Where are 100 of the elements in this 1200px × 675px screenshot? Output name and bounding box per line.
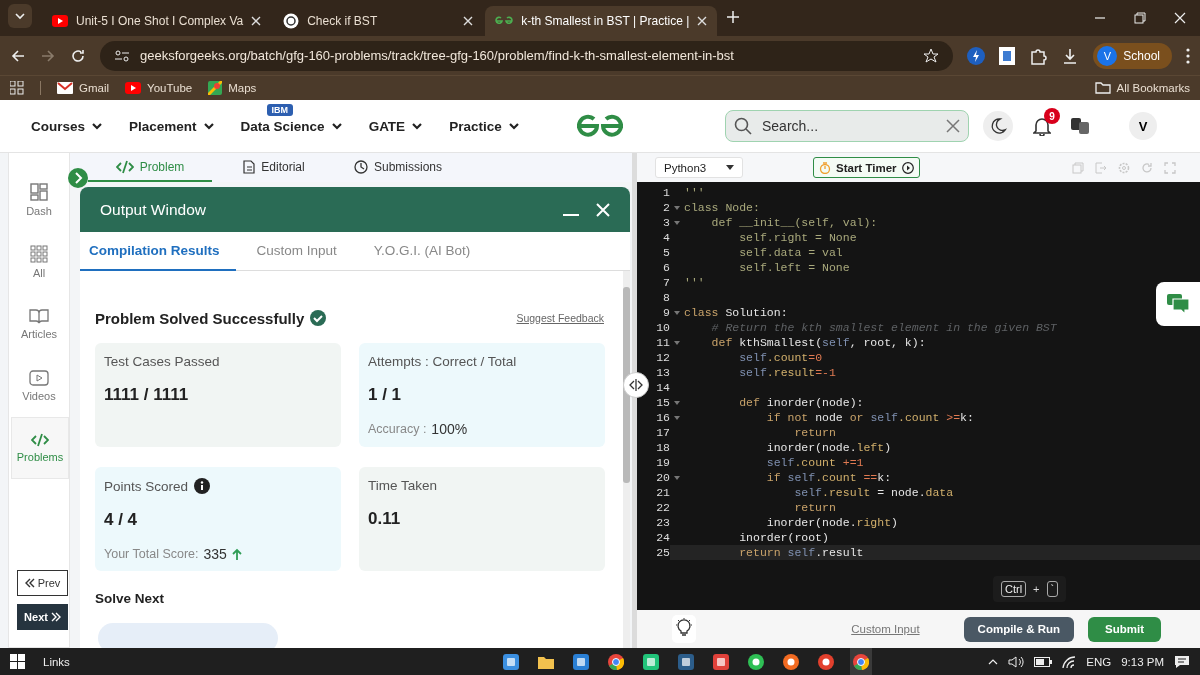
info-icon[interactable] (194, 478, 211, 494)
problem-tab[interactable]: Problem (88, 153, 212, 182)
fold-caret-icon[interactable] (674, 415, 680, 420)
chat-button[interactable] (1156, 282, 1200, 326)
speaker-icon[interactable] (1008, 655, 1025, 668)
expand-icon[interactable] (68, 168, 88, 188)
user-avatar[interactable]: V (1129, 112, 1157, 140)
forward-icon[interactable] (40, 47, 56, 64)
prev-button[interactable]: Prev (17, 570, 68, 596)
fold-caret-icon[interactable] (674, 310, 680, 315)
chevron-up-icon[interactable] (988, 658, 999, 665)
line-number: 25 (637, 545, 670, 560)
plus-sign: + (1033, 583, 1040, 595)
code-line: ''' (684, 185, 705, 200)
bell-icon[interactable] (1033, 116, 1051, 136)
more-menu-icon[interactable] (1186, 47, 1190, 64)
document-extension-icon[interactable] (999, 46, 1016, 65)
scrollbar[interactable] (623, 271, 630, 648)
custom-input-link[interactable]: Custom Input (851, 623, 920, 635)
lightning-extension-icon[interactable] (967, 46, 986, 65)
new-tab-icon[interactable] (727, 11, 740, 23)
dashboard-icon (30, 183, 48, 201)
search-input[interactable]: Search... (760, 117, 938, 135)
card-sub-label: Your Total Score: (104, 547, 199, 561)
nav-menu[interactable]: Practice (449, 118, 520, 134)
sidebar-item[interactable]: All (9, 231, 69, 293)
wifi-icon[interactable] (1062, 655, 1077, 668)
translate-icon[interactable] (1071, 117, 1089, 135)
site-info-icon[interactable] (114, 48, 130, 63)
feedback-link[interactable]: Suggest Feedback (516, 312, 604, 324)
clear-icon[interactable] (946, 119, 960, 133)
back-icon[interactable] (10, 47, 26, 64)
folder-icon[interactable] (538, 654, 554, 669)
toolbar-label[interactable]: Links (43, 655, 70, 668)
app-tile-icon[interactable] (713, 653, 729, 670)
browser-tab[interactable]: k-th Smallest in BST | Practice | (485, 6, 718, 36)
app-circle-icon[interactable] (783, 653, 799, 670)
notifications-icon[interactable] (1174, 654, 1190, 669)
compile-run-button[interactable]: Compile & Run (963, 616, 1074, 642)
browser-icon[interactable] (853, 653, 869, 670)
restore-icon[interactable] (1134, 12, 1146, 24)
output-tab[interactable]: Compilation Results (80, 232, 236, 271)
close-icon[interactable] (1174, 12, 1186, 24)
app-circle-icon[interactable] (818, 653, 834, 670)
app-tile-icon[interactable] (678, 653, 694, 670)
browser-icon[interactable] (608, 653, 624, 670)
app-tile-icon[interactable] (643, 653, 659, 670)
browser-tab[interactable]: Check if BST (273, 6, 484, 36)
profile-button[interactable]: V School (1093, 42, 1172, 69)
app-tile-icon[interactable] (573, 653, 589, 670)
output-tab[interactable]: Y.O.G.I. (AI Bot) (364, 232, 487, 271)
sidebar-item[interactable]: Dash (9, 169, 69, 231)
tab-search-icon[interactable] (8, 4, 32, 28)
logo[interactable] (574, 113, 626, 139)
clock-time[interactable]: 9:13 PM (1121, 655, 1164, 668)
sidebar-item[interactable]: Articles (9, 293, 69, 355)
submit-button[interactable]: Submit (1088, 616, 1161, 642)
fold-caret-icon[interactable] (674, 340, 680, 345)
app-tile-icon[interactable] (503, 653, 519, 670)
fold-caret-icon[interactable] (674, 475, 680, 480)
close-icon[interactable] (251, 16, 262, 26)
bookmark[interactable]: Maps (208, 81, 257, 95)
output-tab[interactable]: Custom Input (247, 232, 353, 271)
video-icon (29, 370, 49, 386)
fold-caret-icon[interactable] (674, 205, 680, 210)
address-bar[interactable]: geeksforgeeks.org/batch/gfg-160-problems/track/tree-gfg-160/problem/find-k-th-smallest-element-in-bst (100, 40, 954, 71)
sidebar-item[interactable]: Videos (9, 355, 69, 417)
input-language[interactable]: ENG (1086, 655, 1112, 668)
problem-tab[interactable]: Submissions (336, 153, 460, 182)
next-button[interactable]: Next (17, 604, 68, 630)
language-select[interactable]: Python3 (655, 157, 743, 178)
app-circle-icon[interactable] (748, 653, 764, 670)
nav-menu[interactable]: GATE (368, 118, 424, 134)
puzzle-icon[interactable] (1029, 46, 1048, 65)
fold-caret-icon[interactable] (674, 400, 680, 405)
close-icon[interactable] (463, 16, 474, 26)
search-field[interactable]: Search... (725, 110, 969, 142)
all-bookmarks-button[interactable]: All Bookmarks (1094, 82, 1190, 94)
card-value: 4 / 4 (104, 510, 139, 530)
section-heading: Solve Next (95, 591, 166, 606)
code-line: def inorder(node): (738, 395, 864, 410)
card-value: 1111 / 1111 (104, 385, 190, 405)
moon-icon[interactable] (983, 111, 1013, 141)
chevron-down-icon (411, 120, 424, 132)
battery-icon[interactable] (1034, 656, 1053, 667)
close-icon[interactable] (697, 16, 708, 26)
fold-caret-icon[interactable] (674, 220, 680, 225)
nav-menu[interactable]: Courses (31, 118, 104, 134)
bookmark[interactable]: YouTube (125, 82, 193, 94)
bookmark[interactable]: Gmail (57, 82, 110, 94)
lightbulb-icon[interactable] (674, 617, 694, 637)
start-timer-button[interactable]: Start Timer (813, 157, 920, 178)
star-icon[interactable] (923, 47, 940, 64)
browser-tab[interactable]: Unit-5 I One Shot I Complex Va (42, 6, 272, 36)
reload-icon[interactable] (70, 47, 86, 64)
sidebar-item[interactable]: Problems (11, 417, 69, 479)
nav-menu[interactable]: Placement (129, 118, 215, 134)
apps-grid-icon[interactable] (10, 81, 24, 95)
problem-tab[interactable]: Editorial (212, 153, 336, 182)
start-icon[interactable] (10, 654, 25, 669)
